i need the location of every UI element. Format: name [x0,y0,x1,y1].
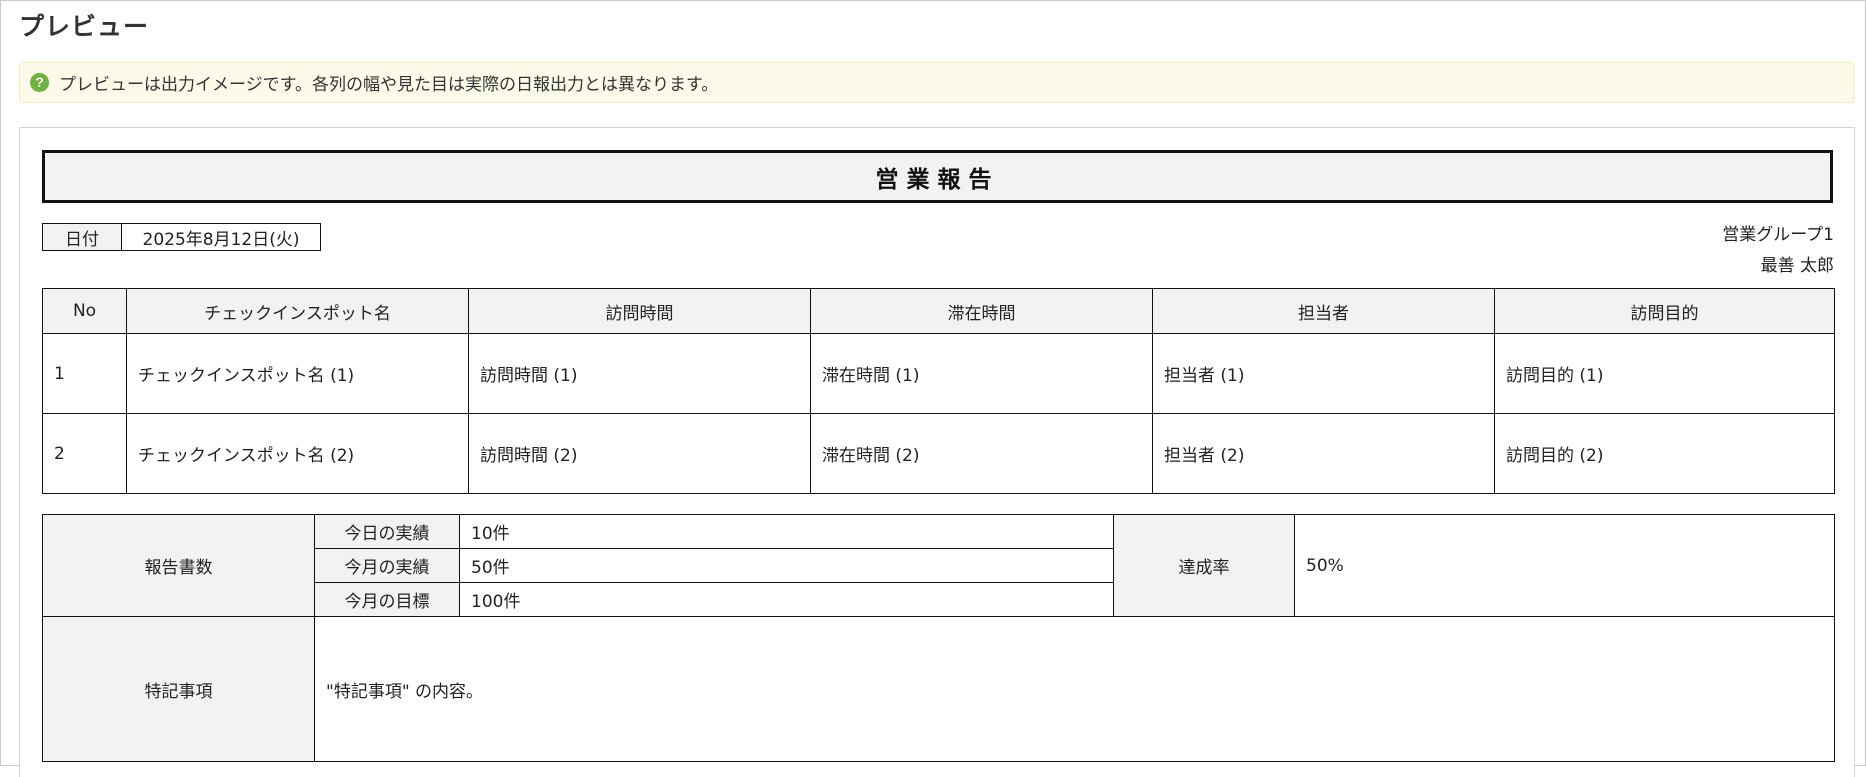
user-name: 最善 太郎 [1760,256,1834,276]
preview-panel: プレビュー ? プレビューは出力イメージです。各列の幅や見た目は実際の日報出力と… [0,0,1866,777]
cell-purpose: 訪問目的 (2) [1494,413,1835,494]
month-target-label: 今月の目標 [314,582,460,617]
table-row: 1 チェックインスポット名 (1) 訪問時間 (1) 滞在時間 (1) 担当者 … [42,333,1835,414]
cell-stay-time: 滞在時間 (1) [810,333,1153,414]
table-row: 2 チェックインスポット名 (2) 訪問時間 (2) 滞在時間 (2) 担当者 … [42,413,1835,494]
report-owner: 営業グループ1 最善 太郎 [1722,220,1834,282]
date-box: 日付 2025年8月12日(火) [42,223,321,251]
page-title: プレビュー [19,12,150,41]
cell-person: 担当者 (2) [1152,413,1495,494]
month-result-value: 50件 [459,548,1114,583]
column-header-spot: チェックインスポット名 [126,288,469,334]
cell-visit-time: 訪問時間 (1) [468,333,811,414]
cell-spot: チェックインスポット名 (2) [126,413,469,494]
column-header-stay-time: 滞在時間 [810,288,1153,334]
cell-stay-time: 滞在時間 (2) [810,413,1153,494]
cell-no: 1 [42,333,127,414]
notice-text: プレビューは出力イメージです。各列の幅や見た目は実際の日報出力とは異なります。 [59,75,719,95]
today-result-value: 10件 [459,514,1114,549]
achievement-rate-value: 50% [1294,514,1835,617]
month-result-label: 今月の実績 [314,548,460,583]
cell-visit-time: 訪問時間 (2) [468,413,811,494]
visits-table: No チェックインスポット名 訪問時間 滞在時間 担当者 訪問目的 1 チェック… [42,288,1835,494]
column-header-no: No [42,288,127,334]
cell-no: 2 [42,413,127,494]
column-header-purpose: 訪問目的 [1494,288,1835,334]
cell-person: 担当者 (1) [1152,333,1495,414]
group-name: 営業グループ1 [1722,225,1834,245]
column-header-person: 担当者 [1152,288,1495,334]
notes-value: "特記事項" の内容。 [314,616,1835,762]
month-target-value: 100件 [459,582,1114,617]
table-header-row: No チェックインスポット名 訪問時間 滞在時間 担当者 訪問目的 [42,288,1835,334]
date-label: 日付 [43,224,122,250]
date-value: 2025年8月12日(火) [142,229,300,250]
notes-label: 特記事項 [42,616,315,762]
achievement-rate-label: 達成率 [1113,514,1295,617]
summary-table: 報告書数 今日の実績 10件 達成率 50% 今月の実績 50件 今月の目標 1… [42,514,1835,762]
report-title: 営業報告 [42,150,1833,203]
report-preview: 営業報告 日付 2025年8月12日(火) 営業グループ1 最善 太郎 No チ… [19,127,1855,777]
cell-purpose: 訪問目的 (1) [1494,333,1835,414]
reports-count-label: 報告書数 [42,514,315,617]
today-result-label: 今日の実績 [314,514,460,549]
info-notice: ? プレビューは出力イメージです。各列の幅や見た目は実際の日報出力とは異なります… [19,62,1854,103]
help-icon: ? [30,73,49,92]
column-header-visit-time: 訪問時間 [468,288,811,334]
cell-spot: チェックインスポット名 (1) [126,333,469,414]
